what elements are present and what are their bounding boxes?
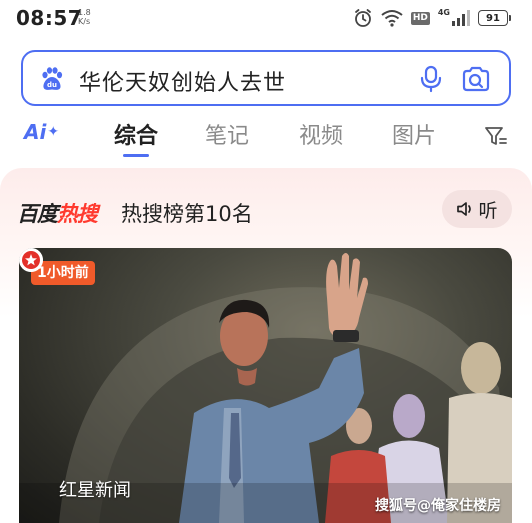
alarm-icon (354, 9, 371, 27)
search-tabs: Ai✦ 综合 笔记 视频 图片 (0, 112, 532, 162)
status-bar: 08:57 1.8 K/s HD 4G 91 (0, 0, 532, 38)
network-speed-value: 1.8 (78, 8, 91, 17)
filter-icon[interactable] (484, 125, 508, 147)
tab-ai[interactable]: Ai✦ (24, 120, 59, 144)
search-bar[interactable]: du 华伦天奴创始人去世 (21, 50, 511, 106)
search-input[interactable]: 华伦天奴创始人去世 (79, 65, 286, 97)
hot-brand-prefix: 百度 (17, 202, 58, 226)
listen-button[interactable]: 听 (442, 190, 512, 228)
hot-search-card: 百度热搜 热搜榜第10名 听 1小时前 红星新闻 搜狐号@俺家住楼房 (0, 168, 532, 523)
tab-videos[interactable]: 视频 (299, 118, 343, 150)
baidu-paw-icon: du (42, 67, 63, 90)
svg-text:du: du (47, 81, 57, 89)
news-source-name: 红星新闻 (59, 480, 131, 501)
speaker-icon (457, 202, 472, 216)
clock-time: 08:57 (16, 6, 83, 30)
active-tab-indicator (123, 154, 149, 157)
watermark-text: 搜狐号@俺家住楼房 (375, 498, 501, 514)
tab-comprehensive[interactable]: 综合 (114, 118, 158, 150)
network-type: 4G (437, 7, 450, 17)
network-speed: 1.8 K/s (78, 8, 91, 26)
baidu-hot-logo: 百度热搜 (17, 198, 98, 228)
news-photo[interactable]: 1小时前 红星新闻 搜狐号@俺家住楼房 (19, 248, 512, 523)
battery-level: 91 (486, 12, 500, 24)
hot-brand-hot: 热搜 (57, 202, 98, 226)
tab-notes[interactable]: 笔记 (205, 118, 249, 150)
listen-label: 听 (478, 199, 498, 222)
mic-icon[interactable] (419, 65, 443, 93)
hot-rank-text: 热搜榜第10名 (121, 202, 253, 226)
status-icons: HD 4G 91 (353, 7, 511, 29)
sparkle-icon: ✦ (47, 124, 60, 140)
hd-badge: HD (410, 11, 430, 25)
network-speed-unit: K/s (78, 17, 91, 26)
battery-icon: 91 (478, 10, 511, 26)
wifi-icon (381, 10, 403, 27)
ai-tab-label: Ai (24, 120, 47, 144)
signal-icon (452, 10, 470, 26)
camera-search-icon[interactable] (461, 65, 491, 93)
red-star-news-logo (19, 248, 43, 272)
tab-images[interactable]: 图片 (392, 118, 436, 150)
